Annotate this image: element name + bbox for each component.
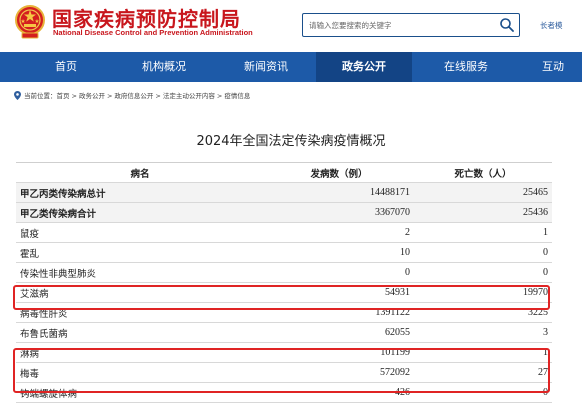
row-deaths: 1 bbox=[414, 342, 552, 363]
search-box bbox=[302, 13, 520, 37]
search-icon[interactable] bbox=[499, 17, 515, 33]
main-nav: 首页 机构概况 新闻资讯 政务公开 在线服务 互动 bbox=[0, 52, 582, 82]
table-row: 艾滋病 54931 19970 bbox=[16, 282, 552, 303]
row-disease-name: 病毒性肝炎 bbox=[16, 302, 264, 323]
table-row: 霍乱 10 0 bbox=[16, 242, 552, 263]
table-header-row: 病名 发病数（例） 死亡数（人） bbox=[16, 162, 552, 183]
breadcrumb-gov-info[interactable]: 政府信息公开 bbox=[114, 92, 153, 100]
row-disease-name: 淋病 bbox=[16, 342, 264, 363]
table-row: 梅毒 572092 27 bbox=[16, 362, 552, 383]
breadcrumb-statutory[interactable]: 法定主动公开内容 bbox=[163, 92, 215, 100]
row-cases: 54931 bbox=[264, 282, 414, 303]
row-cases: 572092 bbox=[264, 362, 414, 383]
row-deaths: 3 bbox=[414, 322, 552, 343]
row-cases: 3367070 bbox=[264, 202, 414, 223]
row-deaths: 0 bbox=[414, 382, 552, 403]
breadcrumb-gov-affairs[interactable]: 政务公开 bbox=[79, 92, 105, 100]
site-header: 国家疾病预防控制局 National Disease Control and P… bbox=[0, 0, 582, 52]
row-disease-name: 霍乱 bbox=[16, 242, 264, 263]
header-deaths: 死亡数（人） bbox=[414, 162, 552, 183]
row-cases: 10 bbox=[264, 242, 414, 263]
row-disease-name: 传染性非典型肺炎 bbox=[16, 262, 264, 283]
row-deaths: 0 bbox=[414, 242, 552, 263]
elder-mode-link[interactable]: 长者模 bbox=[540, 20, 563, 31]
row-deaths: 25436 bbox=[414, 202, 552, 223]
row-deaths: 0 bbox=[414, 262, 552, 283]
national-emblem-icon bbox=[15, 5, 45, 39]
table-row: 甲乙丙类传染病总计 14488171 25465 bbox=[16, 182, 552, 203]
location-pin-icon bbox=[14, 91, 21, 100]
row-disease-name: 甲乙丙类传染病总计 bbox=[16, 182, 264, 203]
row-deaths: 1 bbox=[414, 222, 552, 243]
row-cases: 426 bbox=[264, 382, 414, 403]
table-row: 鼠疫 2 1 bbox=[16, 222, 552, 243]
row-cases: 2 bbox=[264, 222, 414, 243]
row-disease-name: 梅毒 bbox=[16, 362, 264, 383]
row-disease-name: 艾滋病 bbox=[16, 282, 264, 303]
row-disease-name: 布鲁氏菌病 bbox=[16, 322, 264, 343]
table-row: 淋病 101199 1 bbox=[16, 342, 552, 363]
row-deaths: 25465 bbox=[414, 182, 552, 203]
breadcrumb-home[interactable]: 首页 bbox=[57, 92, 70, 100]
row-deaths: 27 bbox=[414, 362, 552, 383]
nav-item-gov-affairs[interactable]: 政务公开 bbox=[316, 52, 412, 82]
header-cases: 发病数（例） bbox=[264, 162, 414, 183]
epidemic-table: 病名 发病数（例） 死亡数（人） 甲乙丙类传染病总计 14488171 2546… bbox=[16, 162, 552, 403]
header-disease-name: 病名 bbox=[16, 162, 264, 183]
breadcrumb: 当前位置：首页 > 政务公开 > 政府信息公开 > 法定主动公开内容 > 疫情信息 bbox=[14, 90, 250, 102]
breadcrumb-prefix: 当前位置： bbox=[24, 92, 57, 100]
breadcrumb-epidemic-info[interactable]: 疫情信息 bbox=[224, 92, 250, 100]
nav-item-interaction[interactable]: 互动 bbox=[524, 52, 582, 82]
row-disease-name: 钩端螺旋体病 bbox=[16, 382, 264, 403]
search-input[interactable] bbox=[309, 17, 489, 33]
site-subtitle: National Disease Control and Prevention … bbox=[53, 28, 253, 37]
nav-item-news[interactable]: 新闻资讯 bbox=[218, 52, 314, 82]
table-row: 布鲁氏菌病 62055 3 bbox=[16, 322, 552, 343]
row-disease-name: 甲乙类传染病合计 bbox=[16, 202, 264, 223]
nav-item-about[interactable]: 机构概况 bbox=[116, 52, 212, 82]
table-row: 病毒性肝炎 1391122 3225 bbox=[16, 302, 552, 323]
page-title: 2024年全国法定传染病疫情概况 bbox=[196, 134, 386, 149]
nav-item-home[interactable]: 首页 bbox=[18, 52, 114, 82]
row-deaths: 19970 bbox=[414, 282, 552, 303]
table-row: 传染性非典型肺炎 0 0 bbox=[16, 262, 552, 283]
row-cases: 62055 bbox=[264, 322, 414, 343]
table-row: 钩端螺旋体病 426 0 bbox=[16, 382, 552, 403]
row-cases: 14488171 bbox=[264, 182, 414, 203]
row-deaths: 3225 bbox=[414, 302, 552, 323]
row-cases: 1391122 bbox=[264, 302, 414, 323]
row-disease-name: 鼠疫 bbox=[16, 222, 264, 243]
table-row: 甲乙类传染病合计 3367070 25436 bbox=[16, 202, 552, 223]
row-cases: 0 bbox=[264, 262, 414, 283]
row-cases: 101199 bbox=[264, 342, 414, 363]
nav-item-online-service[interactable]: 在线服务 bbox=[418, 52, 514, 82]
